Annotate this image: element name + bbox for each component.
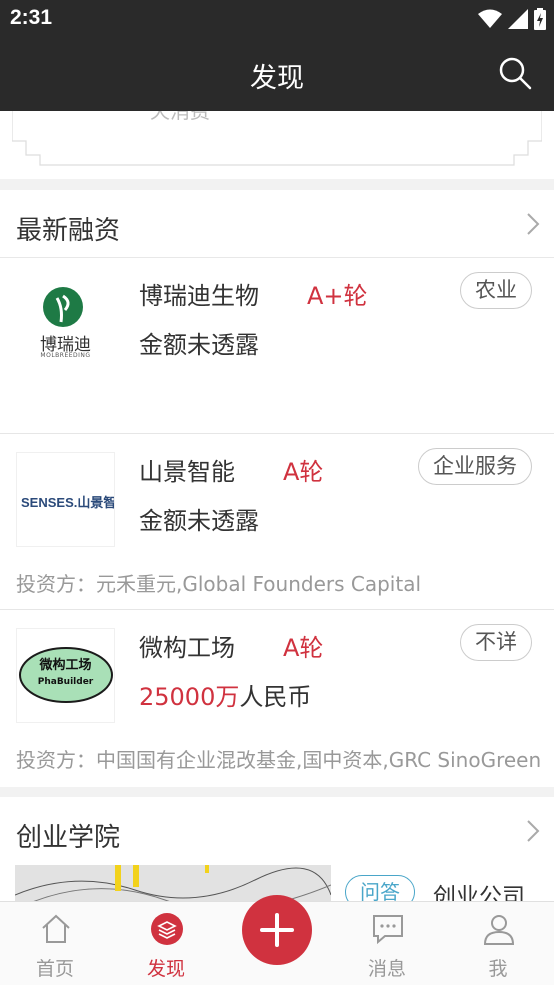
- amount-unit: 人民币: [239, 683, 312, 711]
- tab-label: 发现: [146, 958, 185, 980]
- layers-icon: [151, 913, 183, 945]
- latest-funding-header[interactable]: 最新融资: [0, 190, 554, 258]
- investors-text: 投资方：中国国有企业混改基金,国中资本,GRC SinoGreen: [16, 748, 542, 772]
- company-logo: 博瑞迪 MOLBREEDING: [16, 272, 115, 367]
- logo-text: 微构工场: [39, 658, 92, 673]
- amount-value: 25000万: [139, 683, 240, 711]
- logo-subtext: MOLBREEDING: [40, 352, 91, 359]
- plus-icon: [260, 913, 294, 947]
- company-logo: 微构工场 PhaBuilder: [16, 628, 115, 723]
- funding-item[interactable]: SENSES.山景智能 山景智能 A轮 企业服务 金额未透露 投资方：元禾重元,…: [0, 434, 554, 610]
- funding-amount: 25000万人民币: [139, 677, 311, 712]
- funding-item[interactable]: 微构工场 PhaBuilder 微构工场 A轮 不详 25000万人民币 投资方…: [0, 610, 554, 786]
- investors-text: 投资方：元禾重元,Global Founders Capital: [16, 572, 422, 596]
- company-name: 山景智能: [139, 458, 235, 486]
- funding-amount: 金额未透露: [139, 507, 259, 535]
- logo-text: SENSES.山景智能: [21, 495, 114, 510]
- battery-icon: [534, 8, 546, 30]
- tab-label: 首页: [35, 958, 74, 980]
- tab-label: 消息: [367, 958, 406, 980]
- industry-tag[interactable]: 农业: [460, 272, 532, 309]
- chevron-right-icon[interactable]: [526, 212, 540, 236]
- user-icon: [483, 915, 515, 945]
- tab-me[interactable]: 我: [458, 902, 538, 985]
- funding-round: A轮: [283, 458, 324, 486]
- article-tag: 问答: [345, 875, 415, 901]
- add-button[interactable]: [242, 895, 312, 965]
- discover-feed[interactable]: 天消费 最新融资 博瑞迪 MOLBREEDING 博瑞迪生物 A+轮 农业 金额…: [0, 111, 554, 901]
- article-title[interactable]: 创业公司: [433, 877, 525, 901]
- home-icon: [42, 914, 70, 943]
- tab-home[interactable]: 首页: [15, 902, 95, 985]
- logo-subtext: PhaBuilder: [37, 677, 94, 687]
- chat-icon: [373, 915, 403, 945]
- funding-round: A轮: [283, 634, 324, 662]
- signal-icon: [508, 9, 528, 29]
- company-name: 博瑞迪生物: [139, 282, 259, 310]
- banner-card[interactable]: [12, 111, 542, 169]
- funding-item[interactable]: 博瑞迪 MOLBREEDING 博瑞迪生物 A+轮 农业 金额未透露: [0, 258, 554, 434]
- status-icons: [478, 8, 546, 30]
- wifi-icon: [478, 9, 502, 28]
- page-title: 发现: [250, 63, 304, 94]
- tab-label: 我: [488, 958, 508, 980]
- top-nav-bar: 发现: [0, 38, 554, 111]
- academy-header[interactable]: 创业学院: [0, 797, 554, 865]
- tab-messages[interactable]: 消息: [347, 902, 427, 985]
- company-name: 微构工场: [139, 634, 235, 662]
- funding-round: A+轮: [307, 282, 368, 310]
- tab-discover[interactable]: 发现: [126, 902, 206, 985]
- industry-tag[interactable]: 企业服务: [418, 448, 532, 485]
- section-title: 最新融资: [16, 216, 121, 246]
- academy-section: 创业学院 问答 创业公司: [0, 797, 554, 901]
- banner-text: 天消费: [150, 111, 210, 123]
- chevron-right-icon[interactable]: [526, 819, 540, 843]
- section-title: 创业学院: [16, 823, 121, 853]
- latest-funding-section: 最新融资 博瑞迪 MOLBREEDING 博瑞迪生物 A+轮 农业 金额未透露 …: [0, 190, 554, 787]
- industry-tag[interactable]: 不详: [460, 624, 532, 661]
- funding-amount: 金额未透露: [139, 331, 259, 359]
- banner-area: 天消费: [0, 111, 554, 179]
- status-time: 2:31: [10, 6, 53, 29]
- search-icon[interactable]: [498, 56, 532, 90]
- status-bar: 2:31: [0, 0, 554, 38]
- company-logo: SENSES.山景智能: [16, 452, 115, 547]
